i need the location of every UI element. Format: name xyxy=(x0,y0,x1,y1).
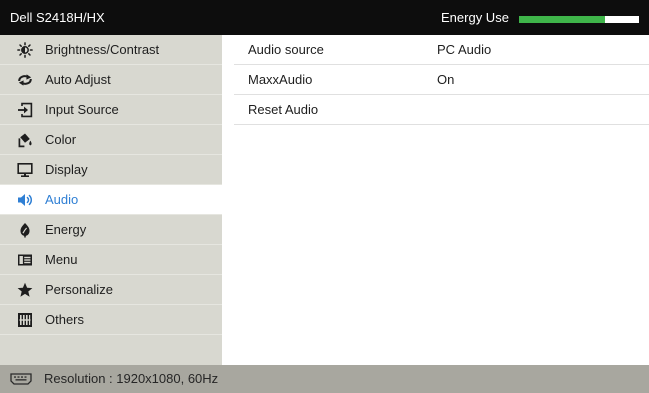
input-source-icon xyxy=(17,102,33,118)
setting-label: MaxxAudio xyxy=(248,72,313,87)
sidebar-item-personalize[interactable]: Personalize xyxy=(0,275,222,305)
sidebar-item-menu[interactable]: Menu xyxy=(0,245,222,275)
monitor-model: Dell S2418H/HX xyxy=(10,10,105,25)
sidebar-item-label: Audio xyxy=(45,192,79,207)
setting-value: On xyxy=(437,72,455,87)
energy-leaf-icon xyxy=(17,222,33,238)
speaker-icon xyxy=(17,192,33,208)
setting-label: Reset Audio xyxy=(248,102,319,117)
monitor-osd-menu: Dell S2418H/HX Energy Use Brightness/Con… xyxy=(0,0,649,393)
sidebar-item-input-source[interactable]: Input Source xyxy=(0,95,222,125)
sidebar-item-energy[interactable]: Energy xyxy=(0,215,222,245)
sidebar-item-display[interactable]: Display xyxy=(0,155,222,185)
auto-adjust-icon xyxy=(17,72,33,88)
sidebar-item-label: Personalize xyxy=(45,282,113,297)
sidebar-menu: Brightness/Contrast Auto Adjust Input So… xyxy=(0,35,222,365)
display-icon xyxy=(17,162,33,178)
setting-label: Audio source xyxy=(248,42,324,57)
energy-use-label: Energy Use xyxy=(441,10,509,25)
sidebar-item-label: Input Source xyxy=(45,102,119,117)
audio-settings-panel: Audio source PC Audio MaxxAudio On Reset… xyxy=(222,35,649,365)
star-icon xyxy=(17,282,33,298)
sidebar-item-others[interactable]: Others xyxy=(0,305,222,335)
color-icon xyxy=(17,132,33,148)
sidebar-item-audio[interactable]: Audio xyxy=(0,185,222,215)
status-bar: Resolution : 1920x1080, 60Hz xyxy=(0,365,649,393)
setting-value: PC Audio xyxy=(437,42,492,57)
menu-icon xyxy=(17,252,33,268)
setting-row-reset-audio[interactable]: Reset Audio xyxy=(234,95,649,125)
sidebar-item-label: Display xyxy=(45,162,88,177)
sidebar-item-label: Menu xyxy=(45,252,78,267)
sidebar-item-brightness-contrast[interactable]: Brightness/Contrast xyxy=(0,35,222,65)
sidebar-item-label: Energy xyxy=(45,222,87,237)
setting-row-maxxaudio[interactable]: MaxxAudio On xyxy=(234,65,649,95)
sidebar-item-auto-adjust[interactable]: Auto Adjust xyxy=(0,65,222,95)
sidebar-item-label: Color xyxy=(45,132,77,147)
others-icon xyxy=(17,312,33,328)
sidebar-item-label: Others xyxy=(45,312,85,327)
setting-row-audio-source[interactable]: Audio source PC Audio xyxy=(234,35,649,65)
sidebar-item-label: Auto Adjust xyxy=(45,72,111,87)
sidebar-item-label: Brightness/Contrast xyxy=(45,42,160,57)
resolution-info: Resolution : 1920x1080, 60Hz xyxy=(44,371,219,386)
title-bar: Dell S2418H/HX Energy Use xyxy=(0,0,649,35)
connector-icon xyxy=(10,373,32,385)
brightness-icon xyxy=(17,42,33,58)
sidebar-item-color[interactable]: Color xyxy=(0,125,222,155)
energy-bar-fill xyxy=(519,16,606,23)
energy-use-meter xyxy=(519,16,639,23)
